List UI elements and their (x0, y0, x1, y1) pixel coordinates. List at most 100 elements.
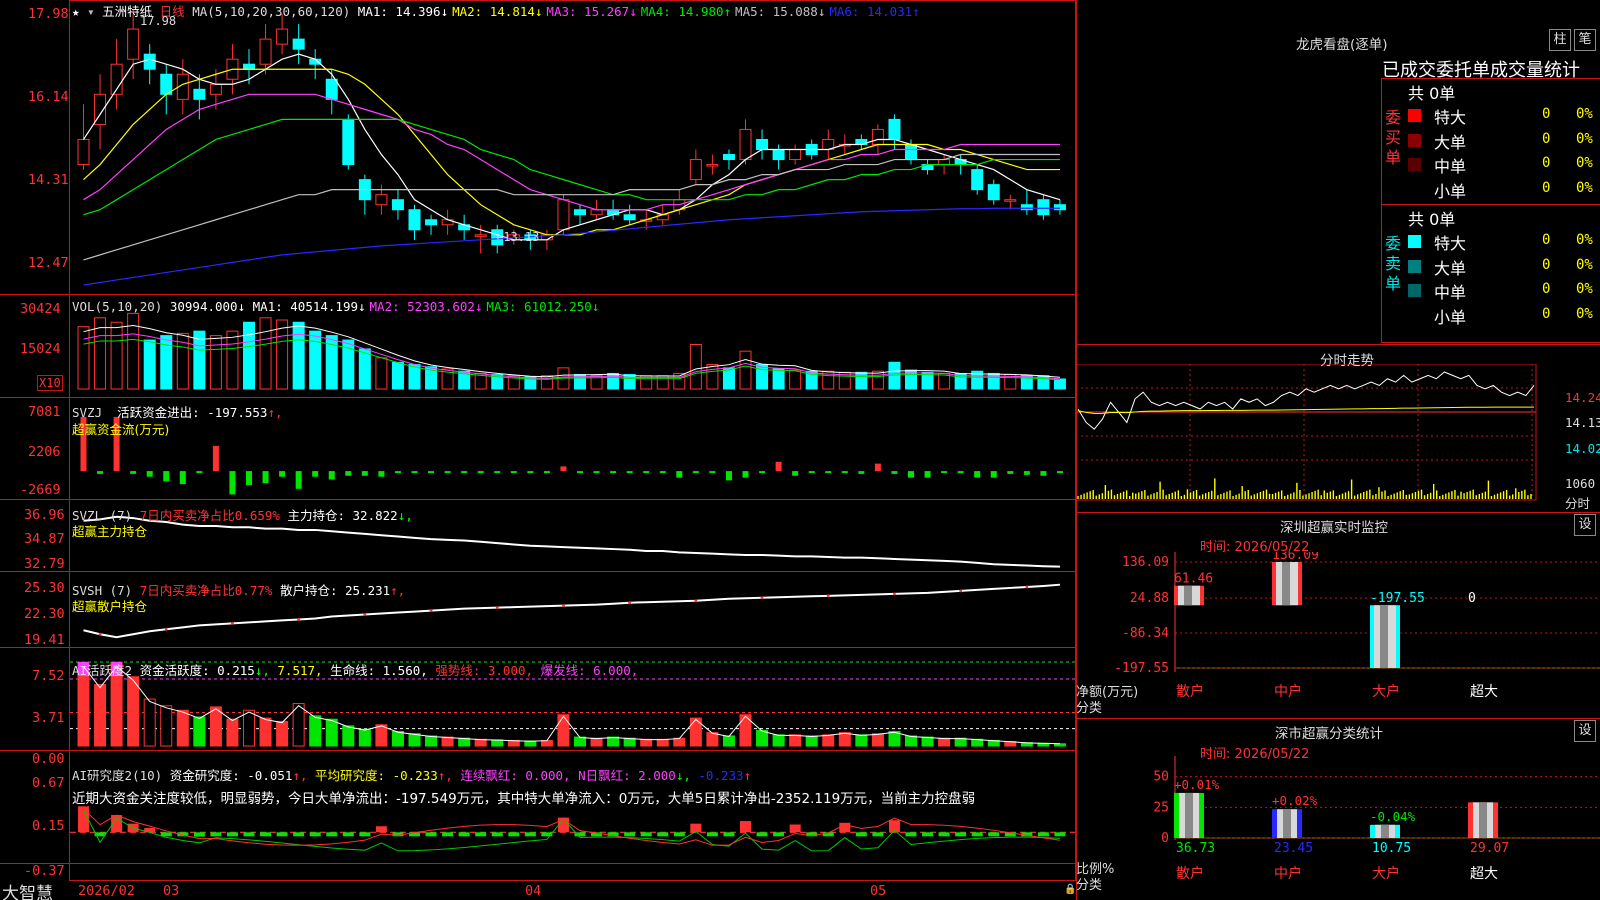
sell-color-swatch (1408, 309, 1421, 322)
y-tick-vol-1: 15024 (20, 341, 61, 357)
research-line-green (83, 810, 1060, 852)
sell-total: 共 0单 (1408, 210, 1456, 229)
volume-bar (276, 319, 289, 390)
svsh-arrow: ↑, (390, 583, 406, 598)
volume-bar (160, 335, 173, 390)
research-bar (657, 832, 669, 837)
sell-row-count: 0 (1542, 281, 1551, 297)
intraday-chart[interactable] (1076, 364, 1600, 512)
svzj-arrow: ↑, (267, 405, 283, 420)
monitor-tick-label: 136.09 (1122, 555, 1169, 570)
class-bar-shade (1479, 802, 1487, 838)
fund-flow-bar (676, 471, 683, 478)
class-chart[interactable]: 7550250+0.01%36.73散户+0.02%23.45中户-0.04%1… (1076, 756, 1600, 900)
y-tick-air-2: -0.37 (24, 863, 65, 879)
buy-color-swatch (1408, 133, 1421, 147)
class-category-label: 大户 (1372, 865, 1400, 882)
research-bar (243, 832, 255, 837)
fund-flow-bar (808, 471, 815, 474)
class-change-label: +0.02% (1272, 793, 1318, 808)
ai-activity-bar (474, 738, 487, 747)
sell-row-pct: 0% (1576, 305, 1593, 322)
lock-icon[interactable]: 🔒 (1064, 884, 1076, 895)
ai-activity-bar (160, 705, 173, 747)
ai-active-l4: 强势线: 3.000, (435, 663, 534, 678)
monitor-chart[interactable]: 136.09 24.88 -86.34 -197.55 61.46 散户 136.09 中户 -… (1076, 552, 1600, 720)
y-tick-svzj-1: 2206 (28, 444, 61, 460)
main-holding-chart[interactable] (83, 515, 1060, 568)
research-bar (359, 832, 371, 837)
class-bar-shade (1185, 792, 1193, 838)
fund-flow-bar (312, 471, 319, 477)
buy-row-label: 大单 (1434, 132, 1467, 152)
candle-body (789, 149, 802, 161)
ai-research-header: AI研究度2(10) 资金研究度: -0.051↑, 平均研究度: -0.233… (72, 765, 751, 784)
y-tick-svzj-2: -2669 (20, 482, 61, 498)
volume-bar (871, 370, 884, 390)
research-bar (723, 832, 735, 837)
fund-flow-bar (246, 471, 252, 486)
ai-activity-bar (954, 737, 967, 747)
volume-chart[interactable] (77, 312, 1066, 390)
fund-flow-bar (659, 471, 666, 474)
class-settings-button[interactable]: 设 (1574, 720, 1596, 742)
ma-line-ma5 (83, 153, 1060, 261)
svzj-name: SVZJ (72, 405, 103, 420)
ai-activity-bar (871, 733, 884, 747)
y-tick-main-0: 17.98 (28, 6, 69, 22)
fund-flow-bar (577, 471, 583, 474)
monitor-settings-button[interactable]: 设 (1574, 514, 1596, 536)
fund-flow-bar (477, 471, 484, 474)
fund-flow-chart[interactable] (80, 416, 1063, 495)
research-bar (226, 832, 238, 837)
research-bar (789, 824, 801, 833)
sell-row-count: 0 (1542, 256, 1551, 273)
fund-flow-bar (593, 471, 600, 474)
research-bar (276, 832, 288, 837)
star-icon[interactable]: ★ (72, 4, 80, 19)
ai-activity-bar (921, 736, 934, 747)
ai-activity-bar (822, 734, 835, 747)
vol-name: VOL(5,10,20) (72, 299, 163, 314)
main-header: ★ ▾ 五洲特纸 日线 MA(5,10,20,30,60,120) MA1: 1… (72, 1, 924, 20)
class-category-label: 超大 (1470, 866, 1498, 882)
y-tick-svzl-1: 34.87 (24, 531, 65, 547)
ai-activity-bar (706, 732, 719, 747)
volume-bar (789, 369, 802, 390)
buy-row-label: 中单 (1434, 157, 1467, 176)
fund-flow-bar (146, 471, 153, 477)
chevron-down-icon[interactable]: ▾ (87, 4, 95, 19)
research-bar (955, 832, 967, 837)
volume-bar (756, 364, 769, 390)
fund-flow-bar (841, 471, 848, 474)
fund-flow-bar (1040, 471, 1047, 476)
date-label-3: 05 (870, 883, 887, 899)
svsh-subtitle: 超赢散户持仓 (72, 599, 148, 614)
ai-research-l5: -0.233 (698, 768, 744, 783)
sell-row-label: 中单 (1434, 283, 1467, 302)
class-category-label: 中户 (1274, 865, 1302, 882)
monitor-value-label: 61.46 (1174, 572, 1213, 587)
candle-body (871, 128, 884, 145)
research-bar (756, 832, 768, 837)
ma-item-3: MA3: 15.267↓ (546, 4, 637, 19)
candle-body (342, 118, 355, 166)
ai-activity-bar (623, 737, 636, 747)
candle-body (209, 83, 222, 95)
volume-header: VOL(5,10,20) 30994.000↓ MA1: 40514.199↓ M… (72, 299, 603, 314)
ma-item-5: MA5: 15.088↓ (735, 4, 826, 19)
candle-body (408, 209, 421, 231)
ai-active-a1: ↓, (254, 663, 270, 678)
bar-view-button[interactable]: 柱 (1549, 29, 1571, 51)
ai-research-chart[interactable] (70, 806, 1075, 852)
candlestick-chart[interactable] (77, 10, 1066, 286)
research-bar (260, 832, 272, 837)
retail-holding-dot (893, 592, 896, 596)
sell-row-pct: 0% (1576, 232, 1593, 248)
fund-flow-bar (924, 471, 931, 478)
class-top-border (1076, 718, 1600, 719)
tick-view-button[interactable]: 笔 (1574, 29, 1596, 51)
research-bar (1037, 832, 1049, 837)
retail-holding-dot (98, 632, 102, 636)
sell-row-label: 小单 (1434, 307, 1467, 327)
